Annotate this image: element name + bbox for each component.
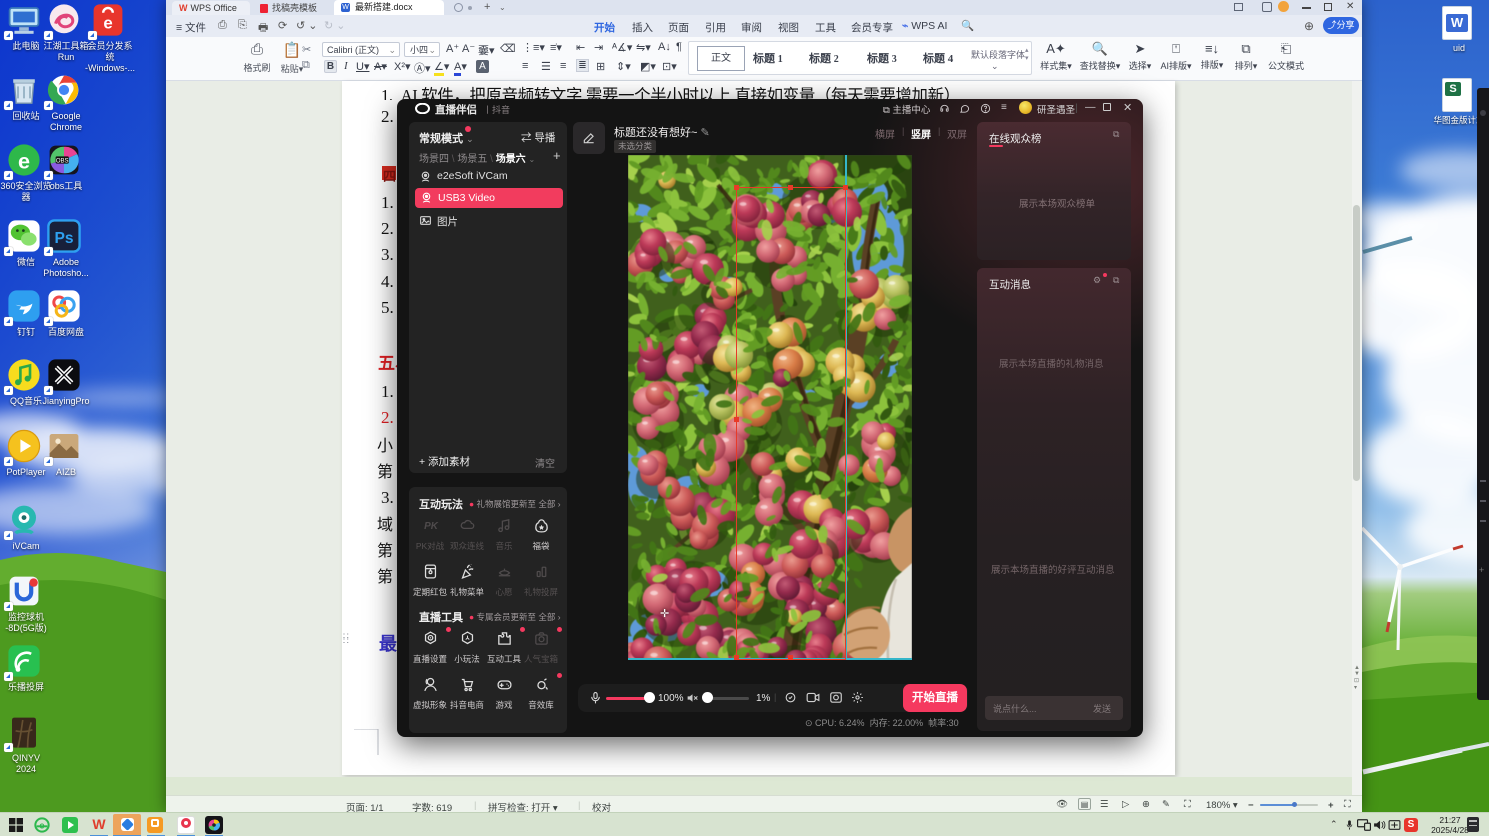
svg-text:e: e — [39, 820, 44, 830]
svg-text:e: e — [18, 148, 30, 173]
svg-text:OBS: OBS — [56, 158, 69, 164]
svg-text:e: e — [103, 13, 112, 32]
svg-text:PK: PK — [424, 521, 439, 532]
svg-text:Ps: Ps — [54, 230, 73, 247]
